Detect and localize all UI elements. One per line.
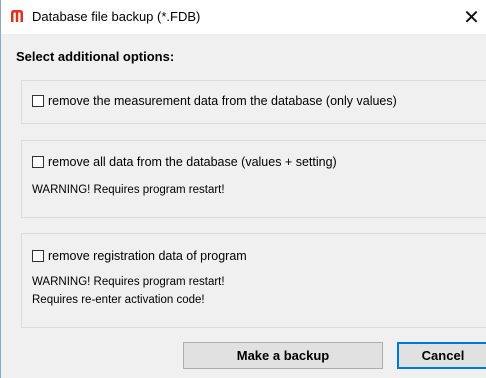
make-backup-button[interactable]: Make a backup: [183, 342, 383, 369]
restart-warning: WARNING! Requires program restart!: [32, 276, 225, 288]
remove-registration-data-checkbox[interactable]: [32, 250, 44, 262]
remove-registration-data-label[interactable]: remove registration data of program: [48, 249, 247, 263]
remove-all-data-checkbox[interactable]: [32, 156, 44, 168]
window-title: Database file backup (*.FDB): [32, 9, 201, 24]
option-group-registration: remove registration data of program WARN…: [21, 233, 486, 328]
remove-measurement-data-checkbox[interactable]: [32, 95, 44, 107]
option-group-all-data: remove all data from the database (value…: [21, 140, 486, 218]
option-group-measurement: remove the measurement data from the dat…: [21, 80, 486, 124]
remove-all-data-label[interactable]: remove all data from the database (value…: [48, 155, 337, 169]
backup-dialog: Database file backup (*.FDB) ✕ Select ad…: [0, 0, 486, 378]
m-logo-icon: [11, 10, 23, 22]
title-bar[interactable]: Database file backup (*.FDB) ✕: [1, 0, 486, 34]
option-row-measurement[interactable]: remove the measurement data from the dat…: [32, 94, 397, 108]
close-icon[interactable]: ✕: [456, 1, 486, 32]
options-heading: Select additional options:: [16, 49, 175, 64]
remove-measurement-data-label[interactable]: remove the measurement data from the dat…: [48, 94, 397, 108]
option-row-all-data[interactable]: remove all data from the database (value…: [32, 155, 337, 169]
restart-warning: WARNING! Requires program restart!: [32, 184, 225, 196]
cancel-button[interactable]: Cancel: [397, 342, 486, 369]
option-row-registration[interactable]: remove registration data of program: [32, 249, 247, 263]
activation-code-warning: Requires re-enter activation code!: [32, 294, 205, 306]
